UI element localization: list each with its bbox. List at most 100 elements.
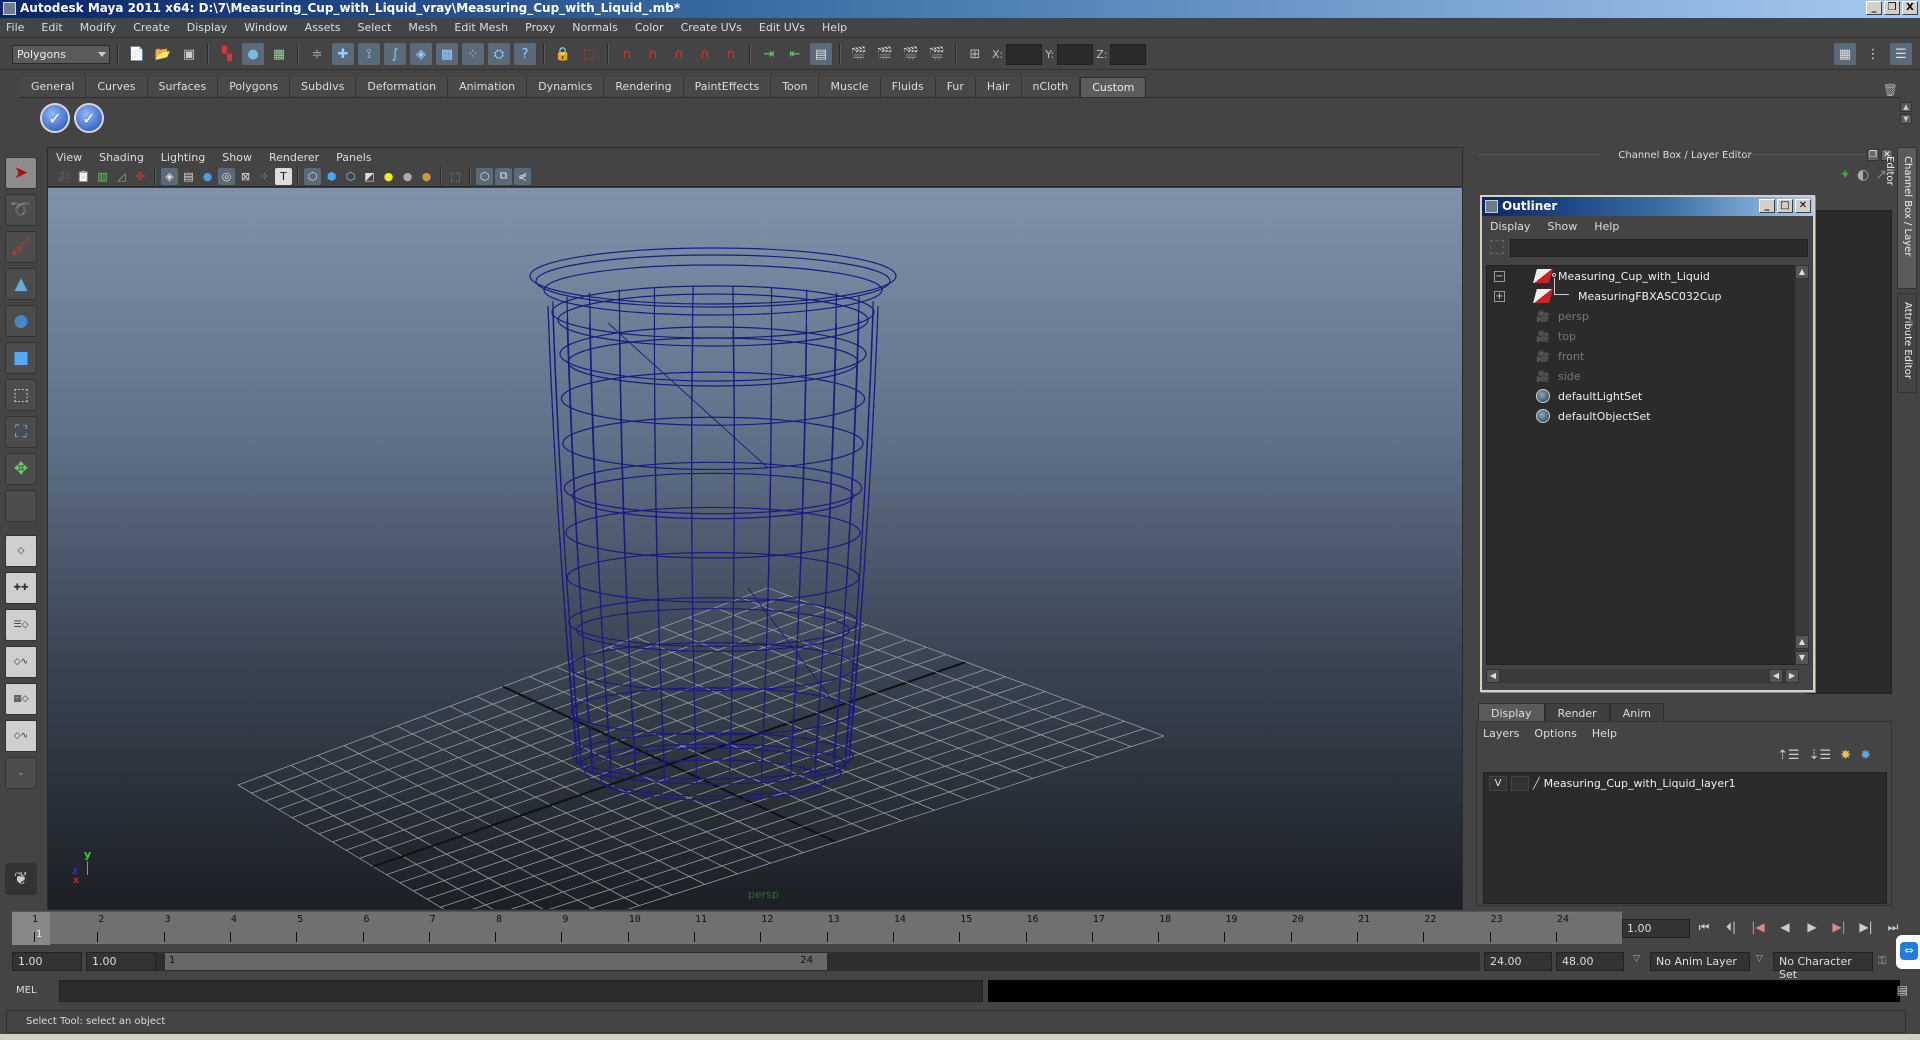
menu-modify[interactable]: Modify xyxy=(80,21,116,34)
scroll-left-icon[interactable]: ◀ xyxy=(1486,669,1500,683)
script-editor-icon[interactable]: ▤ xyxy=(1897,983,1908,997)
outliner-item[interactable]: 🎥 persp xyxy=(1487,306,1798,326)
magnet-curve-icon[interactable]: ∩ xyxy=(642,43,664,65)
soft-modification-tool-icon[interactable]: ⛶ xyxy=(5,416,37,448)
scroll-left-icon[interactable]: ◀ xyxy=(1769,669,1783,683)
minimize-button[interactable]: _ xyxy=(1866,1,1882,15)
menu-set-dropdown[interactable]: Polygons xyxy=(12,44,110,64)
shelf-tab-curves[interactable]: Curves xyxy=(86,77,148,97)
layer-menu-layers[interactable]: Layers xyxy=(1483,727,1519,740)
mask-icon[interactable]: ≑ xyxy=(306,43,328,65)
ambient-occlusion-icon[interactable]: ● xyxy=(418,168,435,185)
xray-icon[interactable]: ⬡ xyxy=(476,167,493,185)
channel-list[interactable] xyxy=(1805,210,1892,694)
shelf-scroll-down-icon[interactable]: ▼ xyxy=(1900,114,1912,124)
character-set-field[interactable]: No Character Set xyxy=(1773,952,1873,981)
auto-key-icon[interactable]: ⚿ xyxy=(1878,954,1886,968)
image-plane-icon[interactable]: ◿ xyxy=(113,168,130,185)
attribute-editor-toggle-icon[interactable]: ▦ xyxy=(1834,43,1856,65)
rotate-tool-icon[interactable]: ● xyxy=(5,305,37,337)
viewport-menu-shading[interactable]: Shading xyxy=(99,151,144,164)
shelf-tab-dynamics[interactable]: Dynamics xyxy=(527,77,605,97)
menu-create-uvs[interactable]: Create UVs xyxy=(681,21,742,34)
outliner-persp-layout-icon[interactable]: ☰◇ xyxy=(5,609,37,641)
animation-start-field[interactable]: 1.00 xyxy=(12,952,82,971)
universal-manipulator-icon[interactable]: ⬚ xyxy=(5,379,37,411)
channel-box-toggle-icon[interactable]: ☰ xyxy=(1890,43,1912,65)
character-set-dropdown-icon[interactable]: ▽ xyxy=(1756,954,1763,964)
viewport-menu-renderer[interactable]: Renderer xyxy=(269,151,319,164)
menu-display[interactable]: Display xyxy=(187,21,228,34)
new-layer-from-selected-icon[interactable]: ✸ xyxy=(1860,748,1871,763)
select-object-icon[interactable]: ● xyxy=(242,43,264,65)
scroll-up-icon[interactable]: ▲ xyxy=(1795,265,1809,279)
film-gate-icon[interactable]: ▤ xyxy=(180,168,197,185)
animation-end-field[interactable]: 48.00 xyxy=(1556,952,1624,971)
outliner-item[interactable]: 🎥 front xyxy=(1487,346,1798,366)
render-view-icon[interactable]: 🎬 xyxy=(848,43,870,65)
x-field[interactable] xyxy=(1006,43,1043,65)
shelf-tab-muscle[interactable]: Muscle xyxy=(819,77,881,97)
history-icon[interactable]: ▤ xyxy=(810,43,832,65)
y-field[interactable] xyxy=(1057,43,1094,65)
go-to-start-icon[interactable]: ⏮ xyxy=(1695,918,1713,936)
magnet-plane-icon[interactable]: ∩ xyxy=(694,43,716,65)
outliner-item[interactable]: defaultLightSet xyxy=(1487,386,1798,406)
outliner-item[interactable]: − Measuring_Cup_with_Liquid xyxy=(1487,266,1798,286)
collapse-icon[interactable]: − xyxy=(1494,270,1505,282)
safe-title-icon[interactable]: T xyxy=(275,167,292,185)
float-panel-button[interactable]: ❐ xyxy=(1867,149,1879,161)
magnet-point-icon[interactable]: ∩ xyxy=(668,43,690,65)
hypershade-persp-layout-icon[interactable]: ▦◇ xyxy=(5,683,37,715)
gate-mask-icon[interactable]: ◎ xyxy=(218,167,235,185)
scroll-up-icon[interactable]: ▲ xyxy=(1795,635,1809,649)
layer-row[interactable]: V ╱ Measuring_Cup_with_Liquid_layer1 xyxy=(1484,773,1886,793)
step-back-key-icon[interactable]: ⏴| xyxy=(1722,918,1740,936)
outliner-item[interactable]: 🎥 top xyxy=(1487,326,1798,346)
selection-highlight-icon[interactable]: ⬚ xyxy=(578,43,600,65)
layer-visibility-toggle[interactable]: V xyxy=(1489,775,1507,791)
custom-check-button-1[interactable]: ✓ xyxy=(40,103,70,133)
go-to-end-icon[interactable]: ⏭ xyxy=(1884,918,1902,936)
show-manipulator-icon[interactable]: ✥ xyxy=(5,453,37,485)
scale-tool-icon[interactable]: ■ xyxy=(5,342,37,374)
wireframe-icon[interactable]: ⬡ xyxy=(304,167,321,185)
layer-menu-options[interactable]: Options xyxy=(1534,727,1576,740)
menu-select[interactable]: Select xyxy=(357,21,391,34)
move-layer-down-icon[interactable]: ⇣☰ xyxy=(1809,748,1832,763)
layout-options-icon[interactable]: ⌄ xyxy=(5,757,37,789)
layer-display-type-toggle[interactable] xyxy=(1511,775,1529,791)
outliner-search-input[interactable] xyxy=(1510,239,1808,257)
menu-color[interactable]: Color xyxy=(635,21,664,34)
resolution-gate-icon[interactable]: ● xyxy=(199,168,216,185)
snap-curve-icon[interactable]: ⟟ xyxy=(358,43,380,65)
current-frame-marker[interactable] xyxy=(12,912,50,945)
new-empty-layer-icon[interactable]: ✸ xyxy=(1840,748,1851,763)
shadows-icon[interactable]: ● xyxy=(399,168,416,185)
outliner-item[interactable]: 🎥 side xyxy=(1487,366,1798,386)
filter-select-icon[interactable] xyxy=(1490,240,1504,254)
persp-graph-layout-icon[interactable]: ◇∿ xyxy=(5,646,37,678)
select-camera-icon[interactable]: 🎥 xyxy=(56,168,73,185)
menu-mesh[interactable]: Mesh xyxy=(408,21,437,34)
use-all-lights-icon[interactable]: ● xyxy=(380,168,397,185)
menu-window[interactable]: Window xyxy=(244,21,287,34)
layer-tab-anim[interactable]: Anim xyxy=(1609,703,1664,722)
xray-components-icon[interactable]: ⋞ xyxy=(514,167,531,185)
layer-menu-help[interactable]: Help xyxy=(1592,727,1617,740)
snap-grid-icon[interactable]: ✚ xyxy=(332,43,354,65)
move-layer-up-icon[interactable]: ⇡☰ xyxy=(1777,748,1800,763)
shelf-tab-toon[interactable]: Toon xyxy=(771,77,820,97)
input-ops-icon[interactable]: ⇥ xyxy=(758,43,780,65)
play-backward-icon[interactable]: ◀ xyxy=(1776,918,1794,936)
shelf-tab-surfaces[interactable]: Surfaces xyxy=(147,77,219,97)
shelf-tab-polygons[interactable]: Polygons xyxy=(218,77,291,97)
close-button[interactable]: X xyxy=(1902,1,1918,15)
step-forward-key-icon[interactable]: ▶| xyxy=(1857,918,1875,936)
viewport-menu-view[interactable]: View xyxy=(56,151,82,164)
2d-pan-zoom-icon[interactable]: ✜ xyxy=(132,168,149,185)
scroll-down-icon[interactable]: ▼ xyxy=(1795,651,1809,665)
four-view-layout-icon[interactable]: ✚✚ xyxy=(5,572,37,604)
z-field[interactable] xyxy=(1110,43,1147,65)
menu-create[interactable]: Create xyxy=(133,21,170,34)
